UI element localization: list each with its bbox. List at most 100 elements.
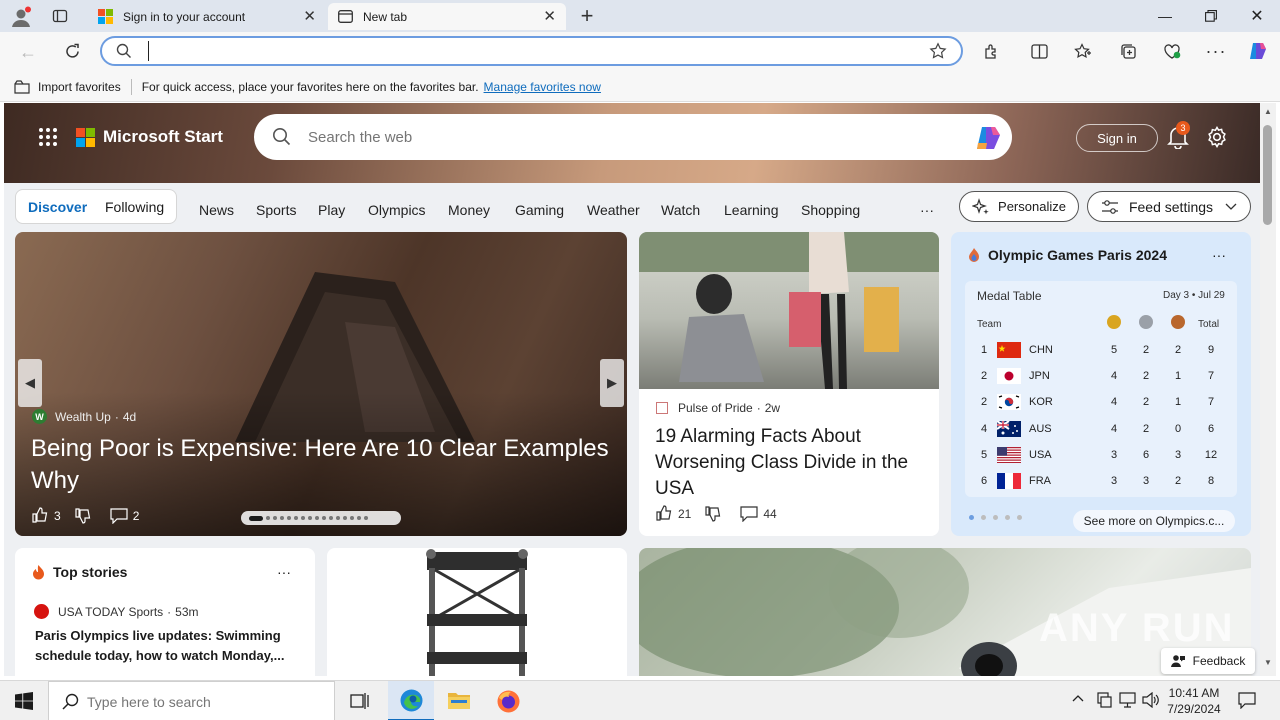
medal-row-kor[interactable]: 2 KOR 4 2 1 7: [965, 389, 1237, 415]
add-favorite-star-icon[interactable]: [929, 42, 947, 60]
dislike-icon[interactable]: [705, 505, 722, 522]
nav-news[interactable]: News: [199, 195, 234, 225]
back-icon[interactable]: ←: [13, 37, 43, 67]
web-search-box[interactable]: [254, 114, 1012, 160]
file-explorer-icon[interactable]: [447, 690, 471, 710]
carousel-dot[interactable]: [287, 516, 291, 520]
taskbar-clock[interactable]: 10:41 AM 7/29/2024: [1163, 685, 1225, 717]
olympics-pager[interactable]: [969, 515, 1025, 520]
microsoft-start-logo[interactable]: Microsoft Start: [76, 127, 223, 147]
personalize-button[interactable]: Personalize: [959, 191, 1079, 222]
app-launcher-icon[interactable]: [38, 127, 58, 147]
feed-settings-button[interactable]: Feed settings: [1087, 191, 1251, 222]
scroll-down-icon[interactable]: ▼: [1264, 658, 1272, 667]
close-window-icon[interactable]: ✕: [1234, 0, 1280, 32]
nav-money[interactable]: Money: [448, 195, 490, 225]
taskbar-search-input[interactable]: [87, 692, 317, 712]
carousel-dot[interactable]: [343, 516, 347, 520]
medal-row-chn[interactable]: 1 CHN 5 2 2 9: [965, 337, 1237, 363]
network-tray-icon[interactable]: [1096, 692, 1112, 708]
comment-icon[interactable]: [110, 507, 128, 524]
class-divide-story-card[interactable]: Pulse of Pride · 2w 19 Alarming Facts Ab…: [639, 232, 939, 536]
volume-icon[interactable]: [1142, 692, 1160, 708]
carousel-dot[interactable]: [315, 516, 319, 520]
nav-weather[interactable]: Weather: [587, 195, 640, 225]
notifications-center-icon[interactable]: [1238, 692, 1256, 709]
profile-icon[interactable]: [10, 6, 32, 28]
carousel-dot[interactable]: [294, 516, 298, 520]
carousel-dot[interactable]: [273, 516, 277, 520]
nav-shopping[interactable]: Shopping: [801, 195, 860, 225]
new-tab-icon[interactable]: +: [572, 1, 602, 31]
hero-headline[interactable]: Being Poor is Expensive: Here Are 10 Cle…: [31, 433, 621, 497]
minimize-icon[interactable]: —: [1142, 0, 1188, 32]
ethernet-icon[interactable]: [1119, 692, 1136, 708]
carousel-prev-icon[interactable]: ◀: [18, 359, 42, 407]
security-camera-card[interactable]: ANY RUN: [639, 548, 1251, 676]
medal-row-aus[interactable]: 4 AUS 4 2 0 6: [965, 416, 1237, 442]
nav-sports[interactable]: Sports: [256, 195, 296, 225]
browser-essentials-icon[interactable]: [1157, 36, 1187, 66]
windows-start-icon[interactable]: [15, 692, 33, 710]
carousel-dot[interactable]: [301, 516, 305, 520]
manage-favorites-link[interactable]: Manage favorites now: [484, 80, 601, 94]
close-tab-icon[interactable]: ✕: [543, 9, 556, 24]
feedback-button[interactable]: Feedback: [1161, 648, 1255, 674]
olympics-more-icon[interactable]: ···: [1212, 247, 1226, 263]
carousel-dot[interactable]: [350, 516, 354, 520]
tab-discover[interactable]: Discover: [28, 199, 87, 215]
top-story-headline[interactable]: Paris Olympics live updates: Swimming sc…: [35, 626, 300, 666]
scrollbar-thumb[interactable]: [1263, 125, 1272, 225]
carousel-dot[interactable]: [336, 516, 340, 520]
nav-olympics[interactable]: Olympics: [368, 195, 426, 225]
restore-icon[interactable]: [1188, 0, 1234, 32]
tab-following[interactable]: Following: [105, 199, 164, 215]
tab-actions-icon[interactable]: [45, 1, 75, 31]
taskbar-search-box[interactable]: [48, 681, 335, 720]
medal-row-jpn[interactable]: 2 JPN 4 2 1 7: [965, 363, 1237, 389]
task-view-icon[interactable]: [350, 692, 370, 710]
nav-more-icon[interactable]: ···: [920, 195, 934, 225]
web-search-input[interactable]: [308, 125, 908, 149]
dislike-icon[interactable]: [75, 507, 92, 524]
show-hidden-icons-chevron-icon[interactable]: [1072, 693, 1084, 703]
close-tab-icon[interactable]: ✕: [303, 9, 316, 24]
firefox-icon[interactable]: [496, 689, 521, 714]
carousel-dot[interactable]: [266, 516, 270, 520]
collections-icon[interactable]: [1113, 36, 1143, 66]
nav-gaming[interactable]: Gaming: [515, 195, 564, 225]
carousel-dot[interactable]: [308, 516, 312, 520]
medal-row-fra[interactable]: 6 FRA 3 3 2 8: [965, 468, 1237, 494]
top-stories-title[interactable]: Top stories: [53, 564, 127, 580]
see-more-olympics-link[interactable]: See more on Olympics.c...: [1073, 510, 1235, 532]
carousel-dot[interactable]: [280, 516, 284, 520]
carousel-dot[interactable]: [357, 516, 361, 520]
import-favorites-button[interactable]: Import favorites: [38, 80, 121, 94]
favorites-icon[interactable]: [1068, 36, 1098, 66]
story-headline[interactable]: 19 Alarming Facts About Worsening Class …: [655, 424, 930, 502]
address-bar[interactable]: [100, 36, 963, 66]
import-favorites-icon[interactable]: [14, 79, 30, 94]
tab-sign-in[interactable]: Sign in to your account ✕: [88, 3, 326, 30]
shelf-product-card[interactable]: [327, 548, 627, 676]
extensions-icon[interactable]: [976, 36, 1006, 66]
carousel-dot[interactable]: [249, 515, 263, 521]
nav-watch[interactable]: Watch: [661, 195, 700, 225]
page-settings-gear-icon[interactable]: [1206, 126, 1228, 148]
carousel-indicator[interactable]: [241, 511, 401, 525]
tab-new-tab[interactable]: New tab ✕: [328, 3, 566, 30]
like-icon[interactable]: [656, 505, 673, 522]
copilot-icon[interactable]: [974, 124, 1004, 152]
carousel-next-icon[interactable]: ▶: [600, 359, 624, 407]
nav-play[interactable]: Play: [318, 195, 345, 225]
olympics-title[interactable]: Olympic Games Paris 2024: [988, 247, 1167, 263]
top-stories-more-icon[interactable]: ···: [277, 564, 291, 580]
settings-more-icon[interactable]: ···: [1201, 36, 1231, 66]
taskbar-edge-button[interactable]: [388, 681, 434, 720]
nav-learning[interactable]: Learning: [724, 195, 779, 225]
sign-in-button[interactable]: Sign in: [1076, 124, 1158, 152]
carousel-dot[interactable]: [322, 516, 326, 520]
like-icon[interactable]: [32, 507, 49, 524]
split-screen-icon[interactable]: [1024, 36, 1054, 66]
page-scrollbar[interactable]: ▲ ▼: [1260, 103, 1276, 676]
